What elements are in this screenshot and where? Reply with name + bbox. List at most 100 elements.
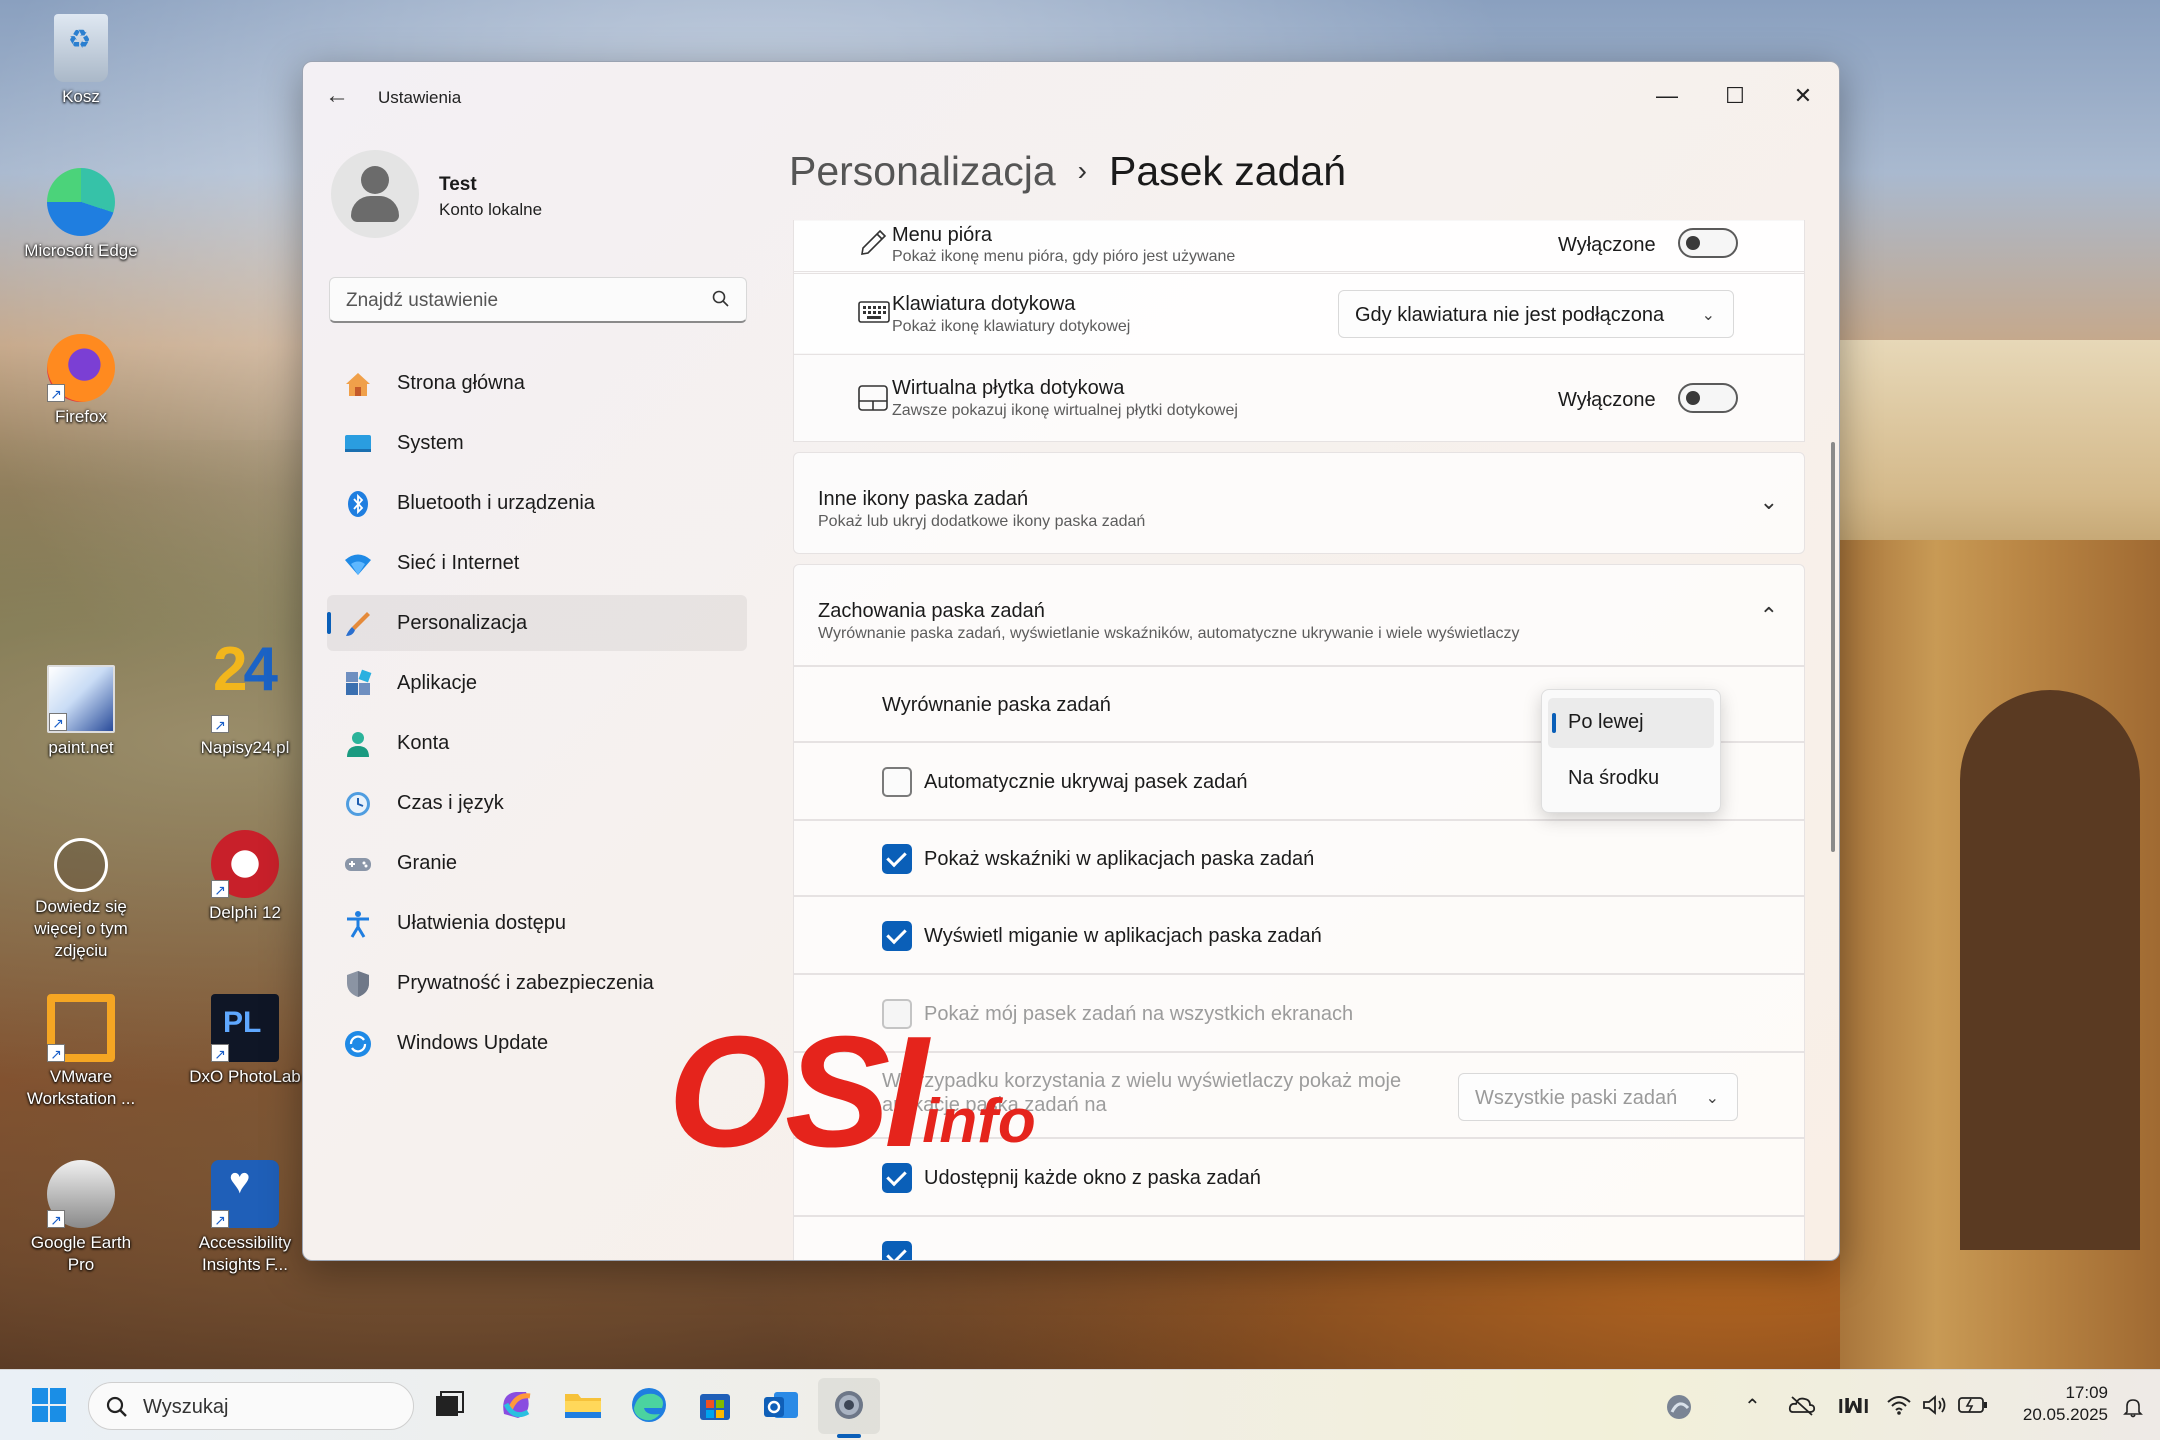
desktop-icon-edge[interactable]: Microsoft Edge: [16, 168, 146, 262]
microsoft-store-icon[interactable]: [694, 1384, 736, 1426]
desktop-icon-dxo[interactable]: PL ↗ DxO PhotoLab: [180, 994, 310, 1088]
copilot-icon[interactable]: [496, 1384, 538, 1426]
desktop-icon-spotlight[interactable]: Dowiedz się więcej o tym zdjęciu: [16, 830, 146, 962]
wallpaper-bridge-arch: [1960, 690, 2140, 1250]
minimize-button[interactable]: —: [1637, 76, 1697, 116]
desktop-icon-google-earth[interactable]: ↗ Google Earth Pro: [16, 1160, 146, 1276]
scrollbar[interactable]: [1831, 442, 1835, 852]
chevron-down-icon: ⌄: [1701, 307, 1715, 324]
clock-icon: [346, 792, 370, 816]
google-earth-icon: ↗: [47, 1160, 115, 1228]
weather-icon[interactable]: [1664, 1392, 1694, 1422]
chevron-up-icon[interactable]: ⌃: [1744, 1394, 1761, 1419]
sidebar-item-bluetooth[interactable]: Bluetooth i urządzenia: [327, 475, 747, 531]
wifi-icon: [345, 554, 371, 575]
volume-icon[interactable]: [1922, 1394, 1948, 1416]
file-explorer-icon[interactable]: [562, 1384, 604, 1426]
brush-icon: [346, 612, 370, 636]
recycle-bin-icon: ♻: [54, 14, 108, 82]
dxo-photolab-icon: PL ↗: [211, 994, 279, 1062]
autohide-label: Automatycznie ukrywaj pasek zadań: [924, 771, 1248, 793]
apps-icon: [346, 669, 372, 695]
shield-icon: [347, 971, 369, 997]
sidebar-item-personalization[interactable]: Personalizacja: [327, 595, 747, 651]
other-taskbar-icons-expander[interactable]: Inne ikony paska zadań Pokaż lub ukryj d…: [793, 452, 1805, 554]
desktop-icon-firefox[interactable]: ↗ Firefox: [16, 334, 146, 428]
user-account-type: Konto lokalne: [439, 200, 543, 219]
outlook-icon[interactable]: [760, 1384, 802, 1426]
partial-checkbox[interactable]: [882, 1241, 912, 1260]
badges-checkbox[interactable]: [882, 844, 912, 874]
sidebar-item-time-language[interactable]: Czas i język: [327, 775, 747, 831]
chevron-down-icon: ⌄: [1759, 489, 1778, 514]
chevron-up-icon: ⌃: [1759, 603, 1778, 628]
other-icons-title: Inne ikony paska zadań: [818, 488, 1029, 510]
desktop-icon-vmware[interactable]: ↗ VMware Workstation ...: [16, 994, 146, 1110]
pen-menu-toggle[interactable]: [1678, 228, 1738, 258]
alignment-option-left[interactable]: Po lewej: [1548, 698, 1714, 748]
sidebar-item-system[interactable]: System: [327, 415, 747, 471]
sidebar-item-accounts[interactable]: Konta: [327, 715, 747, 771]
clock-date: 20.05.2025: [2022, 1405, 2108, 1424]
task-view-icon[interactable]: [428, 1384, 470, 1426]
virtual-touchpad-row: Wirtualna płytka dotykowa Zawsze pokazuj…: [793, 354, 1805, 442]
user-name: Test: [439, 174, 477, 195]
pen-menu-state: Wyłączone: [1558, 234, 1656, 256]
sidebar-item-network[interactable]: Sieć i Internet: [327, 535, 747, 591]
windows-start-icon[interactable]: [28, 1384, 70, 1426]
desktop-icon-napisy24[interactable]: 24 ↗ Napisy24.pl: [180, 635, 310, 759]
search-placeholder: Znajdź ustawienie: [346, 290, 499, 311]
page-title: Pasek zadań: [1108, 148, 1347, 194]
maximize-button[interactable]: ☐: [1705, 76, 1765, 116]
clock[interactable]: 17:09 20.05.2025: [2008, 1382, 2108, 1426]
flashing-checkbox[interactable]: [882, 921, 912, 951]
back-arrow-icon[interactable]: ←: [325, 82, 349, 110]
desktop-icon-delphi[interactable]: ↗ Delphi 12: [180, 830, 310, 924]
virtual-touchpad-subtitle: Zawsze pokazuj ikonę wirtualnej płytki d…: [892, 402, 1238, 419]
virtual-touchpad-state: Wyłączone: [1558, 389, 1656, 411]
badges-row[interactable]: Pokaż wskaźniki w aplikacjach paska zada…: [793, 820, 1805, 896]
flashing-label: Wyświetl miganie w aplikacjach paska zad…: [924, 925, 1322, 947]
clock-time: 17:09: [2065, 1383, 2108, 1402]
touchpad-icon: [858, 385, 888, 411]
onedrive-icon[interactable]: [1788, 1394, 1816, 1416]
settings-window: ← Ustawienia — ☐ ✕ Test Konto lokalne Zn…: [302, 61, 1840, 1261]
keyboard-icon: [858, 301, 890, 323]
taskbar-search[interactable]: Wyszukaj: [88, 1382, 414, 1430]
search-icon: [712, 290, 729, 307]
pen-menu-title: Menu pióra: [892, 224, 993, 246]
touch-keyboard-dropdown[interactable]: Gdy klawiatura nie jest podłączona ⌄: [1338, 290, 1734, 338]
edge-icon[interactable]: [628, 1384, 670, 1426]
desktop-icon-recycle-bin[interactable]: ♻ Kosz: [16, 14, 146, 108]
behaviors-subtitle: Wyrównanie paska zadań, wyświetlanie wsk…: [818, 625, 1520, 642]
behaviors-title: Zachowania paska zadań: [818, 600, 1045, 622]
alignment-option-center[interactable]: Na środku: [1548, 754, 1714, 804]
input-method-icon[interactable]: IꟽI: [1838, 1394, 1869, 1419]
search-input[interactable]: Znajdź ustawienie: [329, 277, 747, 323]
flashing-row[interactable]: Wyświetl miganie w aplikacjach paska zad…: [793, 896, 1805, 974]
firefox-icon: ↗: [47, 334, 115, 402]
desktop-icon-accessibility-insights[interactable]: ♥ ↗ Accessibility Insights F...: [180, 1160, 310, 1276]
taskbar-behaviors-expander[interactable]: Zachowania paska zadań Wyrównanie paska …: [793, 564, 1805, 666]
touch-keyboard-subtitle: Pokaż ikonę klawiatury dotykowej: [892, 318, 1131, 335]
multi-display-dropdown[interactable]: Wszystkie paski zadań ⌄: [1458, 1073, 1738, 1121]
pen-menu-subtitle: Pokaż ikonę menu pióra, gdy pióro jest u…: [892, 248, 1236, 265]
sidebar-item-apps[interactable]: Aplikacje: [327, 655, 747, 711]
desktop-icon-paintnet[interactable]: ↗ paint.net: [16, 665, 146, 759]
sidebar-item-gaming[interactable]: Granie: [327, 835, 747, 891]
notification-bell-icon[interactable]: [2122, 1396, 2144, 1418]
breadcrumb-parent[interactable]: Personalizacja: [789, 148, 1056, 194]
next-row-partial: [793, 1216, 1805, 1260]
update-icon: [345, 1031, 371, 1057]
autohide-checkbox[interactable]: [882, 767, 912, 797]
wifi-icon[interactable]: [1886, 1394, 1912, 1416]
sidebar-item-accessibility[interactable]: Ułatwienia dostępu: [327, 895, 747, 951]
sidebar-item-home[interactable]: Strona główna: [327, 355, 747, 411]
napisy24-icon: 24 ↗: [211, 635, 278, 733]
battery-icon[interactable]: [1958, 1396, 1988, 1414]
close-button[interactable]: ✕: [1773, 76, 1833, 116]
accessibility-insights-icon: ♥ ↗: [211, 1160, 279, 1228]
chevron-down-icon: ⌄: [1705, 1090, 1719, 1107]
virtual-touchpad-toggle[interactable]: [1678, 383, 1738, 413]
settings-taskbar-button[interactable]: [818, 1378, 880, 1434]
